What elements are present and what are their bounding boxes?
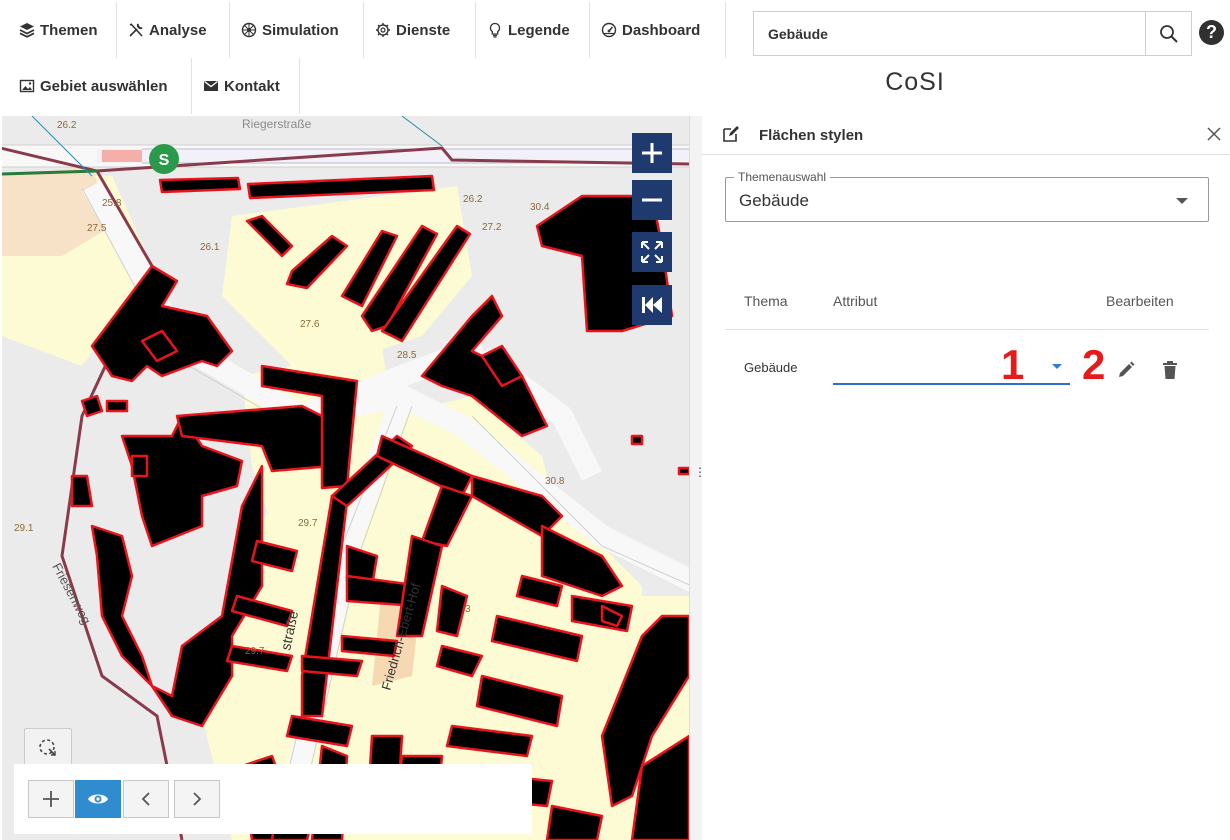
edit-style-button[interactable] — [1114, 358, 1138, 382]
menu-simulation[interactable]: Simulation — [230, 2, 364, 58]
elevation-label: 27.6 — [300, 319, 320, 330]
elevation-label: 27.5 — [87, 223, 107, 234]
column-header-attribut: Attribut — [833, 293, 878, 309]
elevation-label: 26.1 — [200, 242, 220, 253]
minus-icon — [642, 198, 662, 202]
close-icon[interactable] — [1205, 125, 1223, 143]
search-button[interactable] — [1145, 12, 1191, 55]
image-icon — [18, 78, 35, 95]
menu-themen[interactable]: Themen — [8, 2, 117, 58]
rewind-icon — [642, 297, 662, 313]
search-bar — [753, 11, 1192, 56]
menu-gebiet-label: Gebiet auswählen — [40, 77, 168, 95]
annotation-marker-2: 2 — [1082, 341, 1106, 388]
menu-analyse-label: Analyse — [149, 21, 207, 39]
theme-select-value: Gebäude — [739, 191, 809, 210]
menubar: Themen Analyse Simulation Dienste Legend… — [0, 0, 1230, 116]
lightbulb-icon — [486, 22, 503, 39]
menu-dashboard-label: Dashboard — [622, 21, 701, 39]
elevation-label: 26.2 — [57, 120, 77, 131]
visibility-toggle[interactable] — [75, 780, 121, 818]
menu-legende-label: Legende — [508, 21, 570, 39]
menu-dashboard[interactable]: Dashboard — [590, 2, 726, 58]
menu-analyse[interactable]: Analyse — [117, 2, 230, 58]
app-root: Themen Analyse Simulation Dienste Legend… — [0, 0, 1230, 840]
elevation-label: 28.5 — [397, 350, 417, 361]
menu-dienste[interactable]: Dienste — [364, 2, 476, 58]
elevation-label: 3 — [465, 604, 471, 615]
envelope-icon — [202, 78, 219, 95]
edit-square-icon — [723, 126, 739, 142]
column-header-thema: Thema — [744, 293, 788, 309]
caret-down-icon — [1176, 198, 1188, 204]
zoom-out-button[interactable] — [632, 180, 672, 220]
elevation-label: 30.8 — [545, 476, 565, 487]
elevation-label: 29.7 — [245, 646, 265, 657]
elevation-label: 26.2 — [463, 194, 483, 205]
map-view[interactable]: S 26.2 25.8 27.5 26.1 26.2 30.4 27.2 27.… — [2, 116, 689, 840]
menu-kontakt[interactable]: Kontakt — [192, 58, 300, 114]
menu-themen-label: Themen — [40, 21, 98, 39]
elevation-label: 30.4 — [530, 202, 550, 213]
panel-resize-handle[interactable]: ⋮ — [689, 116, 706, 840]
delete-button[interactable] — [1158, 358, 1182, 382]
column-header-bearbeiten: Bearbeiten — [1106, 293, 1174, 309]
search-icon — [1159, 24, 1178, 43]
caret-down-icon — [1052, 364, 1062, 369]
plus-icon — [642, 143, 662, 163]
previous-button[interactable] — [123, 780, 169, 818]
pencil-icon — [1119, 361, 1135, 377]
help-button[interactable]: ? — [1199, 20, 1224, 45]
elevation-label: 29.1 — [14, 523, 34, 534]
menu-dienste-label: Dienste — [396, 21, 451, 39]
table-divider — [725, 329, 1209, 330]
expand-icon — [641, 241, 663, 263]
portal-title: CoSI — [885, 68, 945, 96]
map-footer-toolbar — [14, 764, 532, 834]
elevation-label: 29.7 — [298, 518, 318, 529]
add-button[interactable] — [28, 780, 74, 818]
eye-icon — [88, 794, 108, 804]
panel-header: Flächen stylen — [702, 116, 1230, 155]
sbahn-label: S — [159, 152, 170, 169]
menu-kontakt-label: Kontakt — [224, 77, 280, 95]
menu-simulation-label: Simulation — [262, 21, 339, 39]
street-label: Riegerstraße — [242, 117, 312, 131]
elevation-label: 25.8 — [102, 198, 122, 209]
search-input[interactable] — [754, 12, 1145, 55]
row-theme-name: Gebäude — [744, 360, 798, 375]
gear-icon — [374, 22, 391, 39]
menu-legende[interactable]: Legende — [476, 2, 590, 58]
fullscreen-button[interactable] — [632, 232, 672, 272]
theme-select-legend: Themenauswahl — [734, 170, 831, 184]
tools-icon — [127, 22, 144, 39]
plus-icon — [43, 791, 59, 807]
tool-panel: Flächen stylen Themenauswahl Gebäude The… — [702, 116, 1230, 840]
next-button[interactable] — [174, 780, 220, 818]
chevron-right-icon — [193, 792, 202, 806]
area-select-button[interactable] — [24, 728, 72, 768]
network-icon — [240, 22, 257, 39]
reset-view-button[interactable] — [632, 285, 672, 325]
dashed-select-icon — [39, 739, 56, 756]
map-canvas[interactable]: S 26.2 25.8 27.5 26.1 26.2 30.4 27.2 27.… — [2, 116, 689, 840]
zoom-in-button[interactable] — [632, 133, 672, 173]
trash-icon — [1163, 361, 1177, 379]
gauge-icon — [600, 22, 617, 39]
menu-gebiet-auswaehlen[interactable]: Gebiet auswählen — [8, 58, 192, 114]
panel-title: Flächen stylen — [759, 127, 864, 144]
elevation-label: 27.2 — [482, 222, 502, 233]
layers-icon — [18, 22, 35, 39]
attribute-select[interactable] — [833, 347, 1070, 385]
chevron-left-icon — [141, 792, 150, 806]
annotation-marker-1: 1 — [1001, 341, 1025, 388]
theme-select[interactable]: Themenauswahl Gebäude — [725, 170, 1209, 222]
